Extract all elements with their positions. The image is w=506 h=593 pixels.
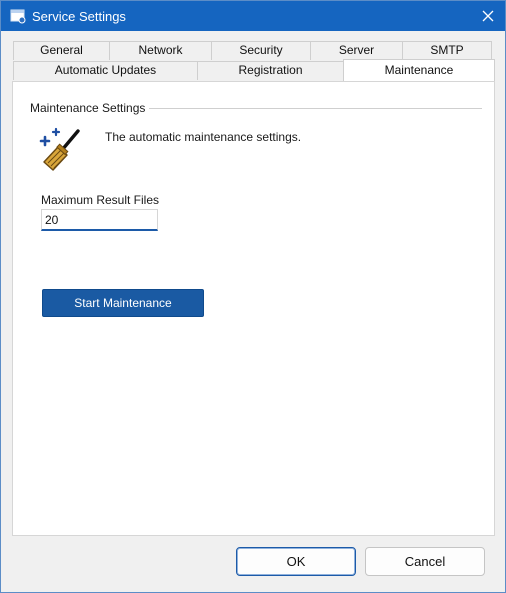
broom-icon <box>39 127 80 171</box>
tab-server[interactable]: Server <box>310 41 403 60</box>
tab-automatic-updates[interactable]: Automatic Updates <box>13 61 198 80</box>
tab-general[interactable]: General <box>13 41 110 60</box>
close-icon <box>482 10 494 22</box>
tab-smtp[interactable]: SMTP <box>402 41 492 60</box>
close-button[interactable] <box>471 1 505 31</box>
start-maintenance-button[interactable]: Start Maintenance <box>42 289 204 317</box>
tab-network[interactable]: Network <box>109 41 212 60</box>
ok-button[interactable]: OK <box>236 547 356 576</box>
app-window-icon <box>10 9 26 24</box>
settings-window: Service Settings General Network Securit… <box>0 0 506 593</box>
max-result-files-input[interactable] <box>41 209 158 231</box>
maintenance-panel: Maintenance Settings The automatic maint… <box>12 81 495 536</box>
maintenance-description: The automatic maintenance settings. <box>105 130 302 144</box>
title-bar: Service Settings <box>1 1 505 31</box>
window-title: Service Settings <box>32 9 126 24</box>
cancel-button[interactable]: Cancel <box>365 547 485 576</box>
group-title: Maintenance Settings <box>30 101 152 115</box>
max-result-files-label: Maximum Result Files <box>41 193 160 207</box>
tab-security[interactable]: Security <box>211 41 311 60</box>
tab-maintenance[interactable]: Maintenance <box>343 59 495 81</box>
tab-registration[interactable]: Registration <box>197 61 344 80</box>
group-divider <box>149 108 482 109</box>
